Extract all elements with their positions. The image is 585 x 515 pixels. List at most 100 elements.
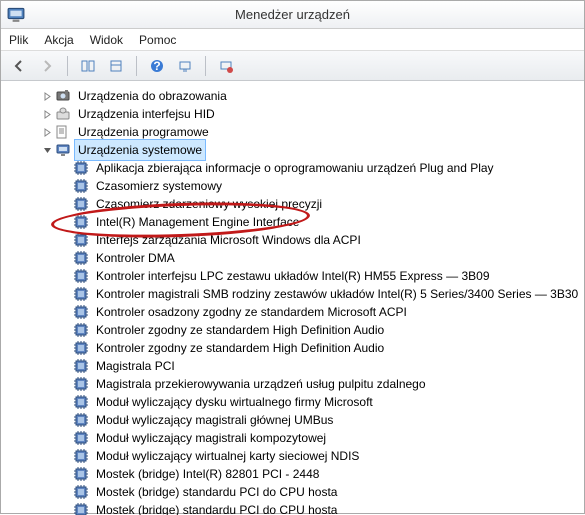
spacer — [59, 162, 71, 174]
tree-item[interactable]: Aplikacja zbierająca informacje o oprogr… — [23, 159, 584, 177]
spacer — [59, 468, 71, 480]
expand-icon[interactable] — [41, 126, 53, 138]
chip-icon — [73, 268, 89, 284]
tree-item[interactable]: Moduł wyliczający wirtualnej karty sieci… — [23, 447, 584, 465]
spacer — [59, 414, 71, 426]
menu-help[interactable]: Pomoc — [139, 33, 176, 47]
collapse-icon[interactable] — [41, 144, 53, 156]
expand-icon[interactable] — [41, 108, 53, 120]
forward-button[interactable] — [35, 54, 59, 78]
spacer — [59, 288, 71, 300]
chip-icon — [73, 232, 89, 248]
tree-item[interactable]: Moduł wyliczający magistrali kompozytowe… — [23, 429, 584, 447]
category-icon — [55, 124, 71, 140]
spacer — [59, 306, 71, 318]
tree-category[interactable]: Urządzenia interfejsu HID — [23, 105, 584, 123]
tree-label: Urządzenia interfejsu HID — [75, 104, 218, 124]
device-tree[interactable]: Urządzenia do obrazowaniaUrządzenia inte… — [1, 81, 584, 515]
tree-item[interactable]: Kontroler DMA — [23, 249, 584, 267]
tree-item[interactable]: Kontroler osadzony zgodny ze standardem … — [23, 303, 584, 321]
chip-icon — [73, 340, 89, 356]
app-icon — [7, 5, 25, 26]
chip-icon — [73, 394, 89, 410]
spacer — [59, 504, 71, 515]
tree-item[interactable]: Czasomierz zdarzeniowy wysokiej precyzji — [23, 195, 584, 213]
tree-category-system[interactable]: Urządzenia systemowe — [23, 141, 584, 159]
tree-item[interactable]: Kontroler zgodny ze standardem High Defi… — [23, 321, 584, 339]
spacer — [59, 180, 71, 192]
tree-label: Urządzenia programowe — [75, 122, 212, 142]
chip-icon — [73, 484, 89, 500]
tree-item[interactable]: Kontroler magistrali SMB rodziny zestawó… — [23, 285, 584, 303]
chip-icon — [73, 376, 89, 392]
tree-label: Moduł wyliczający dysku wirtualnego firm… — [93, 392, 376, 412]
chip-icon — [73, 286, 89, 302]
tree-item[interactable]: Kontroler interfejsu LPC zestawu układów… — [23, 267, 584, 285]
spacer — [59, 378, 71, 390]
help-button[interactable]: ? — [145, 54, 169, 78]
toolbar-separator — [136, 56, 137, 76]
tree-label: Kontroler zgodny ze standardem High Defi… — [93, 320, 387, 340]
chip-icon — [73, 448, 89, 464]
spacer — [59, 432, 71, 444]
tree-label: Moduł wyliczający wirtualnej karty sieci… — [93, 446, 362, 466]
spacer — [59, 342, 71, 354]
tree-label: Moduł wyliczający magistrali kompozytowe… — [93, 428, 329, 448]
spacer — [59, 486, 71, 498]
title-bar: Menedżer urządzeń — [1, 1, 584, 29]
expand-icon[interactable] — [41, 90, 53, 102]
tree-label: Mostek (bridge) Intel(R) 82801 PCI - 244… — [93, 464, 322, 484]
tree-label: Aplikacja zbierająca informacje o oprogr… — [93, 158, 497, 178]
back-button[interactable] — [7, 54, 31, 78]
tree-item[interactable]: Mostek (bridge) standardu PCI do CPU hos… — [23, 483, 584, 501]
tree-item[interactable]: Magistrala PCI — [23, 357, 584, 375]
tree-label: Mostek (bridge) standardu PCI do CPU hos… — [93, 500, 340, 515]
tree-item[interactable]: Moduł wyliczający dysku wirtualnego firm… — [23, 393, 584, 411]
tree-label: Czasomierz systemowy — [93, 176, 225, 196]
tree-item[interactable]: Interfejs zarządzania Microsoft Windows … — [23, 231, 584, 249]
tree-label: Urządzenia do obrazowania — [75, 86, 230, 106]
menu-view[interactable]: Widok — [90, 33, 123, 47]
toolbar: ? — [1, 51, 584, 81]
category-icon — [55, 88, 71, 104]
tree-item[interactable]: Mostek (bridge) standardu PCI do CPU hos… — [23, 501, 584, 515]
spacer — [59, 360, 71, 372]
tree-category[interactable]: Urządzenia do obrazowania — [23, 87, 584, 105]
chip-icon — [73, 466, 89, 482]
tree-item[interactable]: Mostek (bridge) Intel(R) 82801 PCI - 244… — [23, 465, 584, 483]
tree-item[interactable]: Moduł wyliczający magistrali głównej UMB… — [23, 411, 584, 429]
menu-action[interactable]: Akcja — [44, 33, 73, 47]
scan-button[interactable] — [173, 54, 197, 78]
toolbar-separator — [67, 56, 68, 76]
show-hidden-button[interactable] — [76, 54, 100, 78]
tree-item[interactable]: Kontroler zgodny ze standardem High Defi… — [23, 339, 584, 357]
spacer — [59, 450, 71, 462]
tree-item[interactable]: Intel(R) Management Engine Interface — [23, 213, 584, 231]
properties-button[interactable] — [104, 54, 128, 78]
chip-icon — [73, 196, 89, 212]
spacer — [59, 396, 71, 408]
tree-label: Magistrala przekierowywania urządzeń usł… — [93, 374, 429, 394]
menu-file[interactable]: Plik — [9, 33, 28, 47]
chip-icon — [73, 214, 89, 230]
chip-icon — [55, 142, 71, 158]
tree-label: Interfejs zarządzania Microsoft Windows … — [93, 230, 364, 250]
chip-icon — [73, 430, 89, 446]
tree-label: Kontroler DMA — [93, 248, 178, 268]
tree-item[interactable]: Czasomierz systemowy — [23, 177, 584, 195]
uninstall-button[interactable] — [214, 54, 238, 78]
tree-label: Mostek (bridge) standardu PCI do CPU hos… — [93, 482, 340, 502]
tree-label: Intel(R) Management Engine Interface — [93, 212, 302, 232]
chip-icon — [73, 502, 89, 515]
svg-text:?: ? — [153, 59, 160, 73]
tree-label: Czasomierz zdarzeniowy wysokiej precyzji — [93, 194, 325, 214]
chip-icon — [73, 412, 89, 428]
spacer — [59, 252, 71, 264]
tree-item[interactable]: Magistrala przekierowywania urządzeń usł… — [23, 375, 584, 393]
spacer — [59, 270, 71, 282]
chip-icon — [73, 178, 89, 194]
chip-icon — [73, 160, 89, 176]
window-title: Menedżer urządzeń — [235, 7, 350, 22]
spacer — [59, 216, 71, 228]
tree-category[interactable]: Urządzenia programowe — [23, 123, 584, 141]
